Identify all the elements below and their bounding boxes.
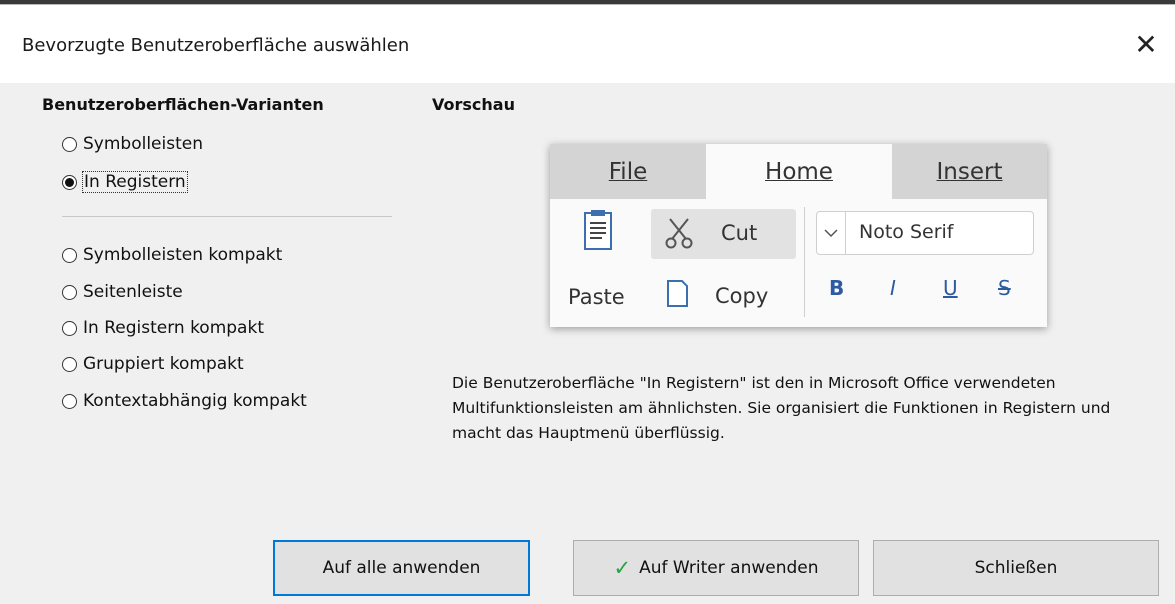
copy-icon [667, 280, 688, 307]
radio-label: Kontextabhängig kompakt [83, 391, 307, 411]
radio-in-registern-kompakt[interactable]: In Registern kompakt [62, 318, 264, 338]
radio-label: In Registern [82, 171, 188, 193]
title-bar: Bevorzugte Benutzeroberfläche auswählen … [0, 5, 1175, 83]
cut-label: Cut [721, 221, 758, 245]
close-button-label: Schließen [974, 558, 1058, 578]
apply-all-button[interactable]: Auf alle anwenden [273, 540, 530, 596]
options-divider [62, 216, 392, 217]
radio-label: Seitenleiste [83, 282, 183, 302]
preview-separator [804, 207, 805, 317]
radio-label: Gruppiert kompakt [83, 354, 244, 374]
radio-button-icon[interactable] [62, 136, 77, 152]
preview-tab-bar: File Home Insert [550, 144, 1047, 199]
radio-button-selected-icon[interactable] [62, 174, 77, 190]
chevron-down-icon [817, 212, 846, 254]
italic-icon: I [890, 276, 896, 300]
radio-button-icon[interactable] [62, 356, 77, 372]
paste-icon [584, 210, 612, 250]
preview-heading: Vorschau [432, 95, 515, 114]
variants-heading: Benutzeroberflächen-Varianten [42, 95, 324, 114]
radio-gruppiert-kompakt[interactable]: Gruppiert kompakt [62, 354, 244, 374]
radio-label: Symbolleisten kompakt [83, 245, 283, 265]
preview-tab-insert: Insert [936, 158, 1003, 185]
preview-image: File Home Insert Paste Cut Copy Noto Ser… [550, 144, 1047, 327]
preview-tab-home: Home [706, 144, 892, 199]
radio-kontextabhaengig-kompakt[interactable]: Kontextabhängig kompakt [62, 391, 307, 411]
dialog-window: Bevorzugte Benutzeroberfläche auswählen … [0, 4, 1175, 604]
checkmark-icon: ✓ [613, 556, 632, 580]
paste-label: Paste [568, 285, 625, 309]
description-text: Die Benutzeroberfläche "In Registern" is… [452, 374, 1111, 442]
copy-label: Copy [715, 284, 769, 308]
radio-label: In Registern kompakt [83, 318, 264, 338]
strikethrough-icon: S [998, 276, 1011, 300]
radio-button-icon[interactable] [62, 393, 77, 409]
radio-button-icon[interactable] [62, 247, 77, 263]
radio-button-icon[interactable] [62, 284, 77, 300]
dialog-title: Bevorzugte Benutzeroberfläche auswählen [22, 35, 410, 56]
radio-in-registern[interactable]: In Registern [62, 171, 188, 193]
close-icon[interactable]: ✕ [1129, 27, 1163, 61]
preview-tab-file: File [608, 158, 648, 185]
apply-writer-label: Auf Writer anwenden [639, 558, 819, 578]
apply-all-label: Auf alle anwenden [322, 558, 481, 578]
radio-seitenleiste[interactable]: Seitenleiste [62, 282, 183, 302]
radio-button-icon[interactable] [62, 320, 77, 336]
apply-writer-button[interactable]: ✓ Auf Writer anwenden [573, 540, 859, 596]
bold-icon: B [829, 276, 845, 300]
font-name-box: Noto Serif [816, 211, 1034, 255]
scissors-icon [665, 218, 693, 249]
radio-symbolleisten[interactable]: Symbolleisten [62, 134, 203, 154]
radio-symbolleisten-kompakt[interactable]: Symbolleisten kompakt [62, 245, 282, 265]
close-button[interactable]: Schließen [873, 540, 1159, 596]
preview-ribbon: Paste Cut Copy Noto Serif B I U S [550, 199, 1047, 327]
font-name: Noto Serif [859, 221, 954, 243]
underline-icon: U [943, 276, 958, 300]
radio-label: Symbolleisten [83, 134, 203, 154]
